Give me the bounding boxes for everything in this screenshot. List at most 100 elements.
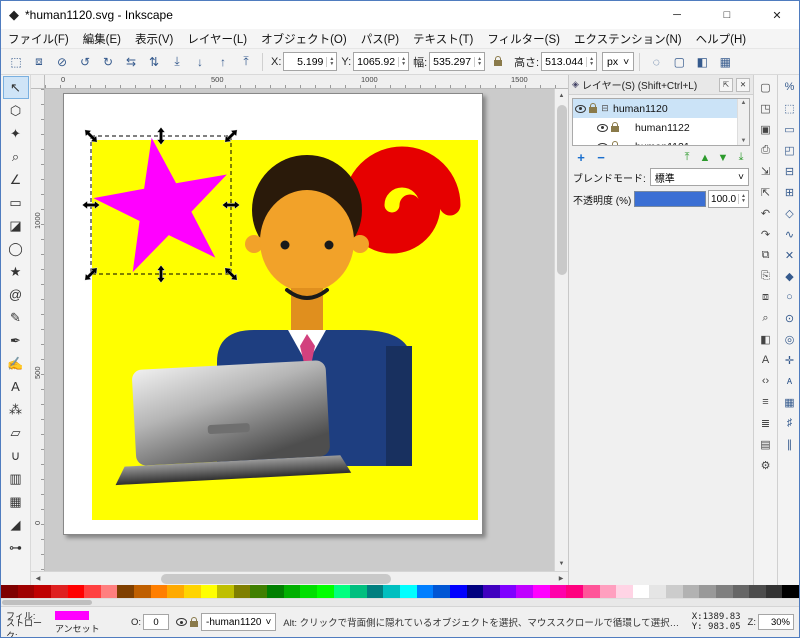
snap-path-intersections[interactable]: ✕ (780, 245, 800, 265)
cmd-export[interactable]: ⇱ (756, 182, 776, 202)
tool-star[interactable]: ★ (3, 260, 29, 283)
menu-item[interactable]: ヘルプ(H) (689, 29, 753, 48)
menu-item[interactable]: エクステンション(N) (567, 29, 689, 48)
document-page[interactable] (63, 93, 483, 535)
palette-swatch[interactable] (134, 585, 151, 598)
tool-calligraphy[interactable]: ✍ (3, 352, 29, 375)
palette-swatch[interactable] (234, 585, 251, 598)
palette-swatch[interactable] (550, 585, 567, 598)
scroll-down-icon[interactable]: ▼ (741, 138, 747, 144)
current-layer-select[interactable]: -human1120 ˅ (201, 613, 276, 631)
tool-text[interactable]: A (3, 375, 29, 398)
cmd-fill-stroke-dialog[interactable]: ◧ (756, 329, 776, 349)
palette-swatch[interactable] (733, 585, 750, 598)
layer-visibility-icon[interactable] (597, 124, 608, 132)
palette-swatch[interactable] (616, 585, 633, 598)
snap-paths[interactable]: ∿ (780, 224, 800, 244)
palette-swatch[interactable] (217, 585, 234, 598)
scroll-left-icon[interactable]: ◀ (31, 572, 45, 586)
scroll-up-icon[interactable]: ▲ (741, 100, 747, 106)
snap-rotation-centers[interactable]: ✛ (780, 350, 800, 370)
snap-object-centers[interactable]: ◎ (780, 329, 800, 349)
palette-swatch[interactable] (167, 585, 184, 598)
cmd-text-dialog[interactable]: A (756, 350, 776, 370)
palette-swatch[interactable] (699, 585, 716, 598)
snap-cusp-nodes[interactable]: ◆ (780, 266, 800, 286)
palette-swatch[interactable] (101, 585, 118, 598)
snap-page-border[interactable]: ▦ (780, 392, 800, 412)
menu-item[interactable]: 表示(V) (128, 29, 180, 48)
palette-swatch[interactable] (1, 585, 18, 598)
menu-item[interactable]: オブジェクト(O) (254, 29, 354, 48)
palette-swatch[interactable] (500, 585, 517, 598)
cmd-copy[interactable]: ⧉ (756, 245, 776, 265)
layer-visibility-icon[interactable] (597, 143, 608, 146)
snap-bbox-midpoints[interactable]: ⊟ (780, 161, 800, 181)
tool-rectangle[interactable]: ▭ (3, 191, 29, 214)
tool-eraser[interactable]: ▱ (3, 421, 29, 444)
palette-swatch[interactable] (284, 585, 301, 598)
dialog-close-button[interactable]: ✕ (736, 78, 750, 92)
layer-expander-icon[interactable]: ⊟ (600, 103, 610, 114)
snap-bbox-edges[interactable]: ▭ (780, 119, 800, 139)
tool-mesh[interactable]: ▦ (3, 490, 29, 513)
cmd-save[interactable]: ▣ (756, 119, 776, 139)
palette-swatch[interactable] (201, 585, 218, 598)
cmd-preferences[interactable]: ⚙ (756, 455, 776, 475)
menu-item[interactable]: テキスト(T) (406, 29, 480, 48)
snap-line-midpoints[interactable]: ⊙ (780, 308, 800, 328)
flip-vertical-button[interactable]: ⇅ (143, 51, 165, 73)
palette-swatch[interactable] (34, 585, 51, 598)
affect-pattern-toggle[interactable]: ▦ (714, 51, 736, 73)
palette-swatch[interactable] (433, 585, 450, 598)
palette-swatch[interactable] (400, 585, 417, 598)
palette-swatch[interactable] (117, 585, 134, 598)
lower-to-bottom-button[interactable]: ⤓ (166, 51, 188, 73)
minimize-button[interactable]: ─ (655, 1, 699, 29)
palette-swatch[interactable] (782, 585, 799, 598)
palette-swatch[interactable] (516, 585, 533, 598)
palette-swatch[interactable] (267, 585, 284, 598)
layer-raise-top-button[interactable]: ⤒ (679, 151, 695, 164)
layer-lower-button[interactable]: ▼ (715, 151, 731, 164)
add-layer-button[interactable]: + (573, 150, 589, 165)
snap-text-baselines[interactable]: ᴀ (780, 371, 800, 391)
layer-row[interactable]: human1121 (573, 137, 737, 145)
affect-stroke-toggle[interactable]: ◌ (645, 51, 667, 73)
layer-row[interactable]: ⊟ human1120 (573, 99, 737, 118)
palette-scrollbar[interactable] (1, 598, 799, 606)
remove-layer-button[interactable]: − (593, 150, 609, 165)
cmd-document-properties[interactable]: ▤ (756, 434, 776, 454)
menu-item[interactable]: レイヤー(L) (180, 29, 254, 48)
tool-zoom[interactable]: ⌕ (3, 145, 29, 168)
cmd-align-dialog[interactable]: ≡ (756, 392, 776, 412)
zoom-field[interactable]: 30% (758, 614, 794, 630)
height-field[interactable]: 513.044 ▲▼ (541, 52, 597, 71)
tool-spiral[interactable]: @ (3, 283, 29, 306)
palette-swatch[interactable] (317, 585, 334, 598)
drawing-canvas[interactable] (64, 94, 484, 536)
palette-swatch[interactable] (716, 585, 733, 598)
snap-bbox[interactable]: ⬚ (780, 98, 800, 118)
snap-nodes[interactable]: ◇ (780, 203, 800, 223)
snap-smooth-nodes[interactable]: ○ (780, 287, 800, 307)
deselect-button[interactable]: ⊘ (51, 51, 73, 73)
tool-connector[interactable]: ⊶ (3, 536, 29, 559)
maximize-button[interactable]: □ (705, 1, 749, 29)
menu-item[interactable]: 編集(E) (76, 29, 128, 48)
palette-swatch[interactable] (683, 585, 700, 598)
layer-visibility-toggle-icon[interactable] (176, 618, 187, 626)
raise-button[interactable]: ↑ (212, 51, 234, 73)
scroll-down-icon[interactable]: ▼ (555, 557, 569, 571)
unit-select[interactable]: px ˅ (602, 52, 634, 71)
palette-swatch[interactable] (450, 585, 467, 598)
tool-bezier-pen[interactable]: ✒ (3, 329, 29, 352)
object-opacity-field[interactable]: 0 (143, 614, 169, 630)
palette-swatch[interactable] (300, 585, 317, 598)
rotate-cw-button[interactable]: ↻ (97, 51, 119, 73)
close-button[interactable]: ✕ (755, 1, 799, 29)
palette-swatch[interactable] (383, 585, 400, 598)
spinner-arrows-icon[interactable]: ▲▼ (586, 57, 596, 67)
palette-swatch[interactable] (749, 585, 766, 598)
palette-swatch[interactable] (350, 585, 367, 598)
